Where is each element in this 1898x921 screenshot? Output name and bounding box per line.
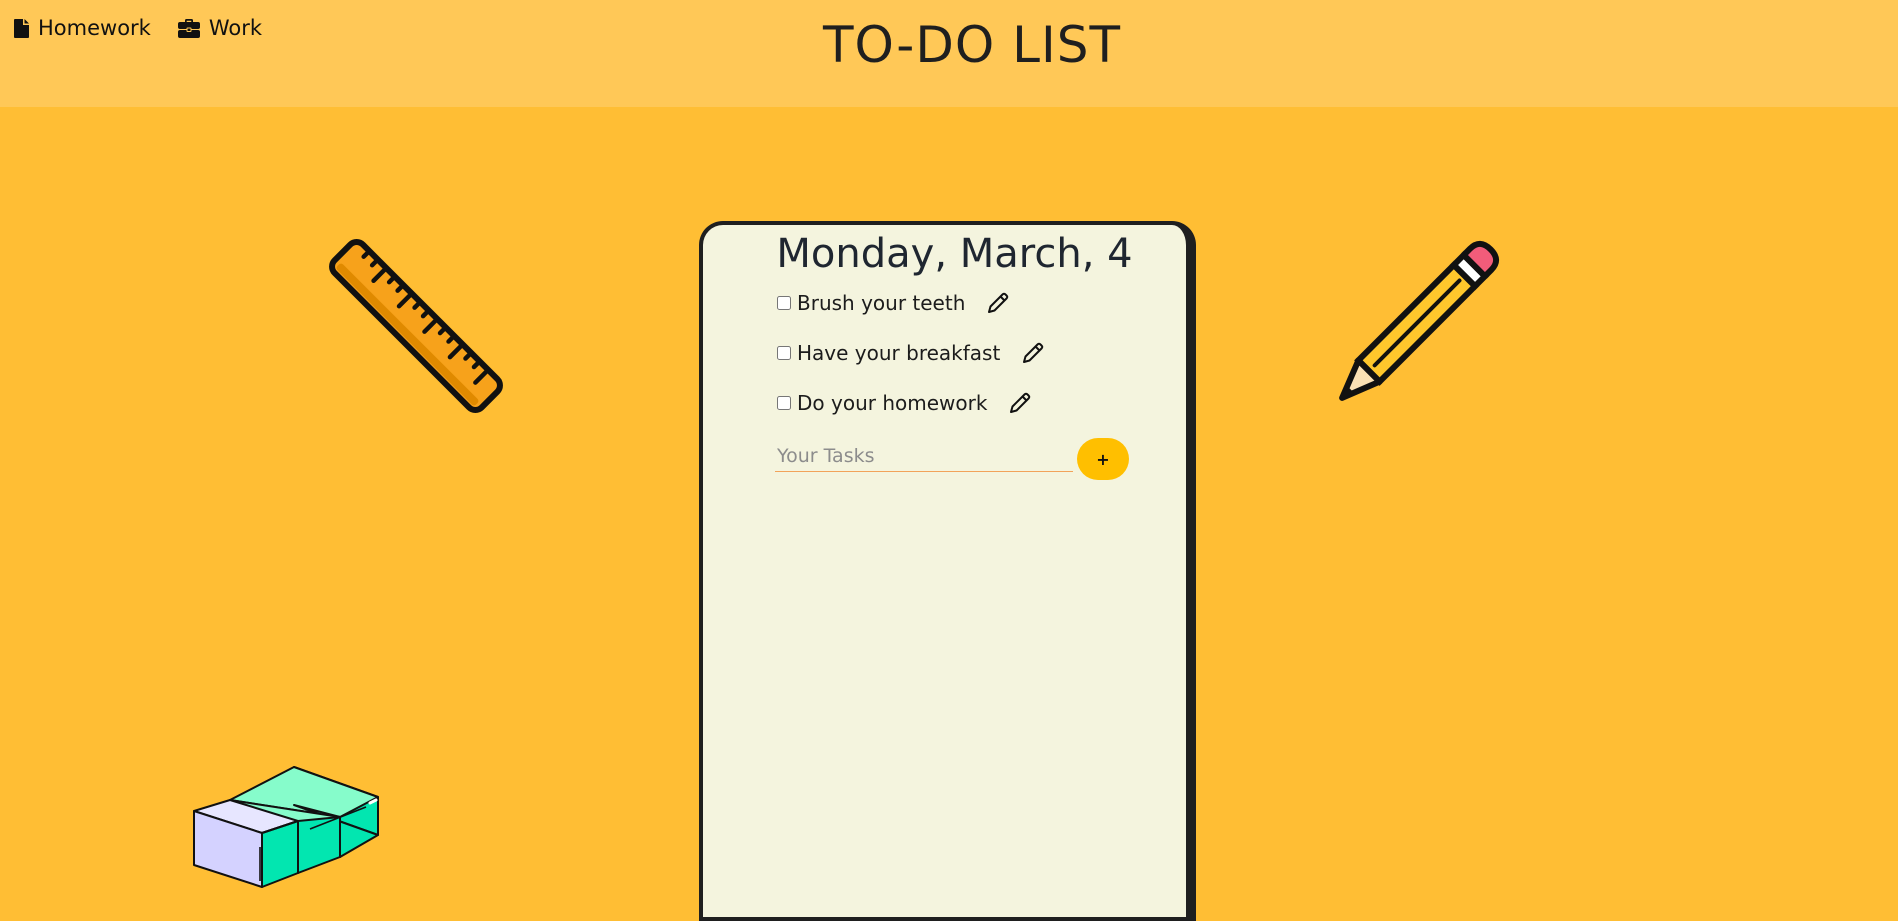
task-checkbox[interactable] xyxy=(777,396,791,410)
task-label: Brush your teeth xyxy=(797,291,966,315)
edit-button[interactable] xyxy=(1020,340,1046,366)
edit-button[interactable] xyxy=(985,290,1011,316)
pencil-icon xyxy=(1023,342,1044,363)
top-header: Homework Work TO-DO LIST xyxy=(0,0,1898,107)
task-item: Have your breakfast xyxy=(777,338,1046,368)
task-checkbox[interactable] xyxy=(777,346,791,360)
ruler-icon xyxy=(329,239,503,413)
task-checkbox[interactable] xyxy=(777,296,791,310)
edit-button[interactable] xyxy=(1007,390,1033,416)
task-input[interactable] xyxy=(775,440,1073,472)
task-item: Do your homework xyxy=(777,388,1033,418)
eraser-icon xyxy=(193,766,379,888)
pencil-icon xyxy=(988,292,1009,313)
add-task-button[interactable]: + xyxy=(1077,438,1129,480)
task-label: Do your homework xyxy=(797,391,988,415)
task-item: Brush your teeth xyxy=(777,288,1011,318)
date-heading: Monday, March, 4 xyxy=(776,231,1133,277)
pencil-icon xyxy=(1339,240,1500,401)
pencil-icon xyxy=(1010,392,1031,413)
task-label: Have your breakfast xyxy=(797,341,1001,365)
todo-card: Monday, March, 4 Brush your teeth Have y… xyxy=(699,221,1196,921)
app-title: TO-DO LIST xyxy=(823,16,1121,74)
